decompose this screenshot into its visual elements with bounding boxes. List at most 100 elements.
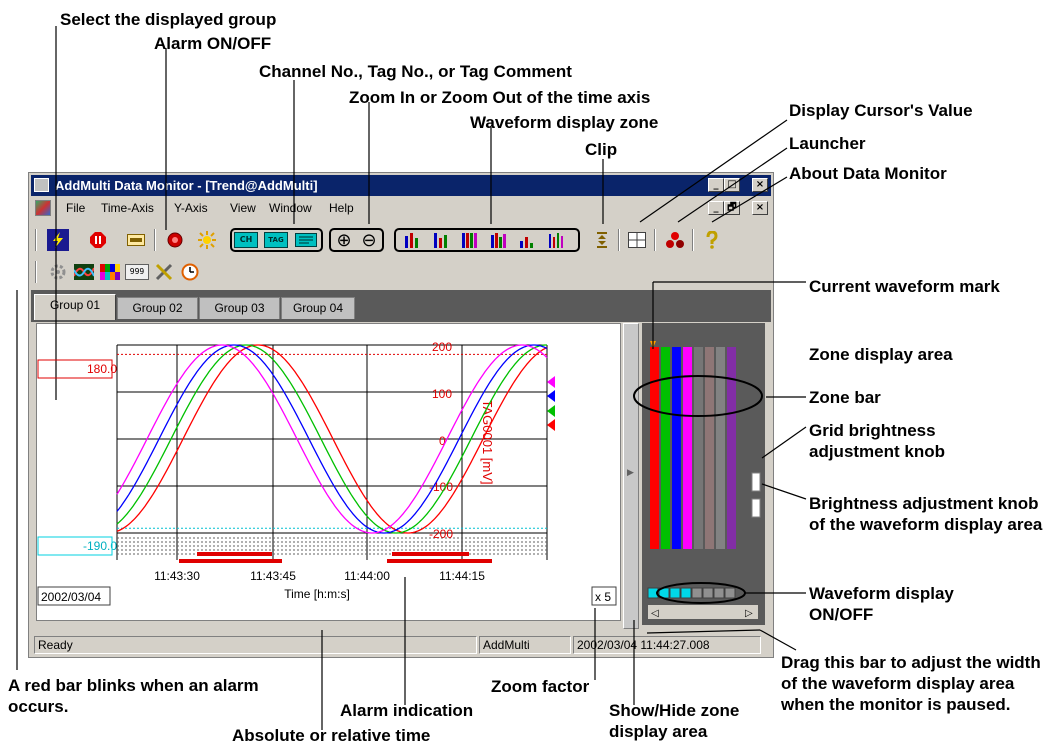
zoom-factor-label: x 5 xyxy=(595,590,611,604)
menu-help[interactable]: Help xyxy=(329,201,354,215)
y-tick-200: 200 xyxy=(432,340,452,354)
status-bar: Ready AddMulti 2002/03/04 11:44:27.008 xyxy=(31,635,771,655)
zone-bar-1[interactable] xyxy=(650,347,659,549)
callout-alarm-indication: Alarm indication xyxy=(340,701,474,720)
y-tick-minus200: -200 xyxy=(429,527,453,541)
callout-grid-knob: Grid brightness adjustment knob xyxy=(809,421,946,461)
menu-y-axis[interactable]: Y-Axis xyxy=(174,201,208,215)
menu-view[interactable]: View xyxy=(230,201,256,215)
zone-scrollbar[interactable] xyxy=(648,605,758,619)
tab-group-03[interactable]: Group 03 xyxy=(199,297,280,319)
group-icon[interactable] xyxy=(125,229,147,251)
zone-bar-4[interactable] xyxy=(683,347,692,549)
waveform-toggle-4[interactable] xyxy=(680,587,692,599)
toolbar-separator xyxy=(35,229,37,251)
x-tick-1: 11:43:30 xyxy=(154,569,200,583)
zone-bar-6[interactable] xyxy=(705,347,714,549)
settings-icon[interactable] xyxy=(47,261,69,283)
group-tab-strip: Group 01 Group 02 Group 03 Group 04 xyxy=(31,290,771,322)
zoom-in-icon[interactable]: ⊕ xyxy=(333,229,355,251)
zone6-icon[interactable] xyxy=(545,229,567,251)
zone-bar-7[interactable] xyxy=(716,347,725,549)
clip-icon[interactable] xyxy=(591,229,613,251)
tab-group-04[interactable]: Group 04 xyxy=(281,297,355,319)
lightning-icon[interactable] xyxy=(47,229,69,251)
waveform-toggle-3[interactable] xyxy=(669,587,681,599)
cursor-value-icon[interactable] xyxy=(626,229,648,251)
toolbar-separator xyxy=(154,229,156,251)
scroll-right-icon[interactable]: ▷ xyxy=(745,608,753,619)
callout-clip: Clip xyxy=(585,140,618,159)
digits-icon[interactable]: 999 xyxy=(125,261,149,283)
zone-display-graphic: ◁ ▷ xyxy=(647,341,761,619)
zone2-icon[interactable] xyxy=(429,229,451,251)
current-value-marker xyxy=(547,419,555,431)
callout-abs-rel-time: Absolute or relative time xyxy=(232,726,431,745)
zone1-icon[interactable] xyxy=(400,229,422,251)
menu-bar: File Time-Axis Y-Axis View Window Help _… xyxy=(31,198,771,218)
menu-file[interactable]: File xyxy=(66,201,85,215)
scroll-left-icon[interactable]: ◁ xyxy=(651,608,659,619)
waveform-toggle-7[interactable] xyxy=(713,587,725,599)
zone-bar-5[interactable] xyxy=(694,347,703,549)
color-grid-icon[interactable] xyxy=(99,261,121,283)
time-axis-label[interactable]: Time [h:m:s] xyxy=(284,587,350,601)
show-hide-zone-arrow-icon[interactable]: ▶ xyxy=(627,467,634,478)
alarm-indication-bar xyxy=(197,552,272,556)
callout-launcher: Launcher xyxy=(789,134,866,153)
y-tick-100: 100 xyxy=(432,387,452,401)
close-button[interactable]: × xyxy=(752,178,768,192)
zone-bar-2[interactable] xyxy=(661,347,670,549)
about-icon[interactable] xyxy=(701,229,723,251)
callout-alarm-onoff: Alarm ON/OFF xyxy=(154,34,272,53)
zone4-icon[interactable] xyxy=(487,229,509,251)
brightness-knob[interactable] xyxy=(751,498,761,518)
sun-icon[interactable] xyxy=(196,229,218,251)
callout-brightness-knob: Brightness adjustment knob of the wavefo… xyxy=(809,494,1043,534)
grid-brightness-knob[interactable] xyxy=(751,472,761,492)
toolbar-secondary: 999 xyxy=(31,257,771,287)
clock-icon[interactable] xyxy=(179,261,201,283)
current-value-marker xyxy=(547,405,555,417)
status-ready: Ready xyxy=(34,636,477,654)
waveform-toggle-1[interactable] xyxy=(647,587,659,599)
current-waveform-mark xyxy=(650,341,656,348)
menu-time-axis[interactable]: Time-Axis xyxy=(101,201,154,215)
callout-drag-bar: Drag this bar to adjust the width of the… xyxy=(781,653,1041,714)
tab-group-02[interactable]: Group 02 xyxy=(117,297,198,319)
zone-width-drag-bar[interactable]: ▶ xyxy=(623,323,639,629)
mdi-child-icon[interactable] xyxy=(35,200,51,216)
maximize-button[interactable]: □ xyxy=(724,178,740,192)
waveform-color-icon[interactable] xyxy=(73,261,95,283)
launcher-icon[interactable] xyxy=(664,229,686,251)
tools-icon[interactable] xyxy=(153,261,175,283)
tag-label: TAG xyxy=(264,232,288,248)
menu-window[interactable]: Window xyxy=(269,201,312,215)
zoom-out-icon[interactable]: ⊖ xyxy=(358,229,380,251)
zone-bar-3[interactable] xyxy=(672,347,681,549)
waveform-toggle-5[interactable] xyxy=(691,587,703,599)
zone3-icon[interactable] xyxy=(458,229,480,251)
comment-icon[interactable] xyxy=(294,229,318,251)
x-tick-4: 11:44:15 xyxy=(439,569,485,583)
date-label: 2002/03/04 xyxy=(41,590,101,604)
callout-show-hide-zone: Show/Hide zone display area xyxy=(609,701,740,741)
mdi-restore-button[interactable]: 🗗 xyxy=(724,201,740,215)
ch-icon[interactable]: CH xyxy=(234,229,258,251)
minimize-button[interactable]: _ xyxy=(708,178,724,192)
waveform-toggle-6[interactable] xyxy=(702,587,714,599)
zone5-icon[interactable] xyxy=(516,229,538,251)
alarm-icon[interactable] xyxy=(164,229,186,251)
tag-icon[interactable]: TAG xyxy=(264,229,288,251)
zone-bar-8[interactable] xyxy=(727,347,736,549)
mdi-close-button[interactable]: × xyxy=(752,201,768,215)
tab-group-01[interactable]: Group 01 xyxy=(34,294,116,320)
waveform-display-area[interactable]: 180.0 -190.0 200 100 0 -100 -200 TAG0001… xyxy=(36,323,621,621)
toolbar-separator xyxy=(654,229,656,251)
stop-icon[interactable] xyxy=(87,229,109,251)
waveform-toggle-8[interactable] xyxy=(724,587,736,599)
mdi-minimize-button[interactable]: _ xyxy=(708,201,724,215)
callout-zone-area: Zone display area xyxy=(809,345,953,364)
y-tick-0: 0 xyxy=(439,434,446,448)
waveform-toggle-2[interactable] xyxy=(658,587,670,599)
